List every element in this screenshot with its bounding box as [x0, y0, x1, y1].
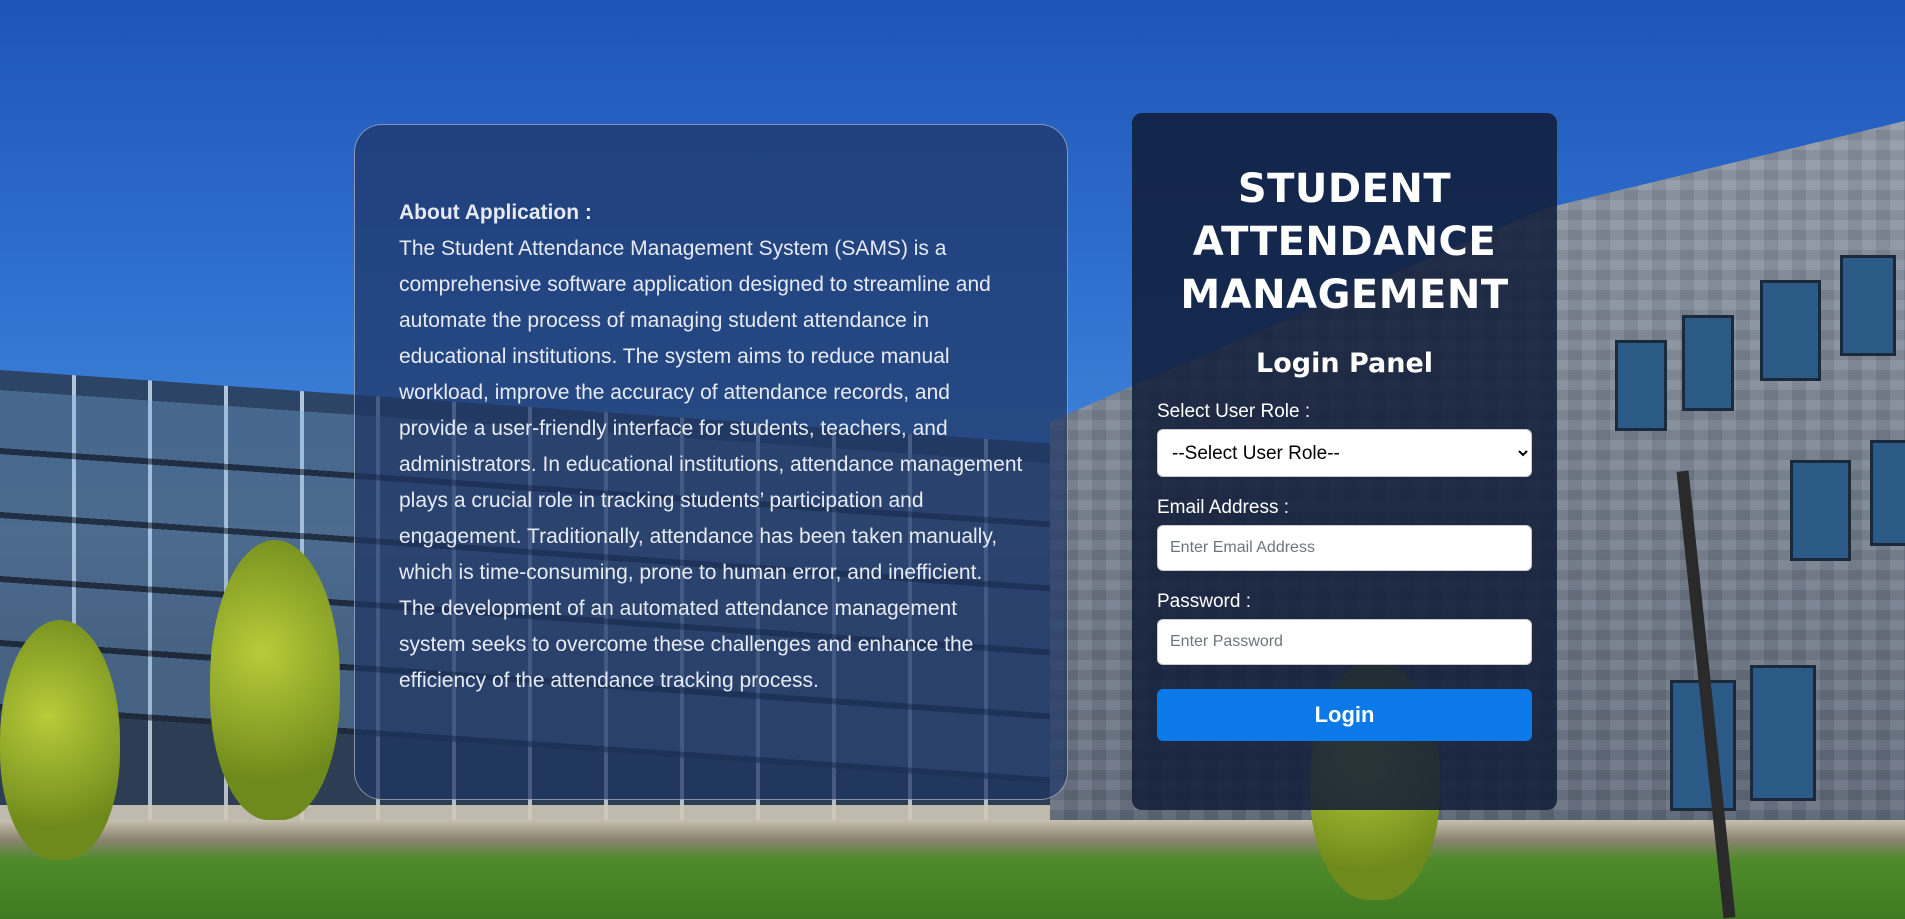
login-page: About Application : The Student Attendan… [0, 0, 1905, 919]
background-window [1760, 280, 1821, 381]
email-label: Email Address : [1157, 497, 1289, 518]
background-window [1870, 440, 1905, 546]
background-tree [0, 620, 120, 860]
password-field-group: Password : [1157, 591, 1532, 665]
role-field-group: Select User Role : --Select User Role-- [1157, 401, 1532, 477]
background-window [1682, 315, 1734, 411]
user-role-select[interactable]: --Select User Role-- [1157, 429, 1532, 477]
background-window [1750, 665, 1816, 801]
login-panel-title: Login Panel [1255, 348, 1434, 379]
about-text: The Student Attendance Management System… [399, 237, 1023, 692]
background-lawn [0, 820, 1905, 919]
password-field[interactable] [1157, 619, 1532, 665]
background-window [1615, 340, 1667, 431]
background-tree [210, 540, 340, 820]
role-label: Select User Role : [1157, 401, 1311, 422]
login-button[interactable]: Login [1157, 689, 1532, 741]
app-title: STUDENT ATTENDANCE MANAGEMENT [1180, 166, 1509, 318]
email-field[interactable] [1157, 525, 1532, 571]
background-window [1790, 460, 1851, 561]
password-label: Password : [1157, 591, 1251, 612]
about-title: About Application : [399, 201, 592, 224]
login-panel: STUDENT ATTENDANCE MANAGEMENT Login Pane… [1132, 113, 1557, 810]
about-card: About Application : The Student Attendan… [354, 124, 1068, 800]
background-window [1840, 255, 1896, 356]
email-field-group: Email Address : [1157, 497, 1532, 571]
